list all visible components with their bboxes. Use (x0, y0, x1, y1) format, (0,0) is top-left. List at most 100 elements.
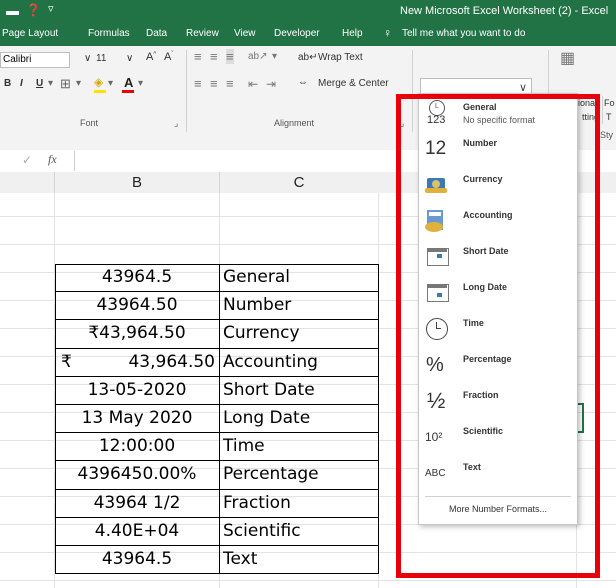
format-option-fraction[interactable]: ½ Fraction (419, 386, 577, 422)
align-left-icon[interactable]: ≡ (194, 76, 202, 91)
bold-button[interactable]: B (4, 78, 11, 89)
format-option-text[interactable]: ABC Text (419, 458, 577, 494)
font-color-icon[interactable]: A (124, 75, 133, 90)
grid-column-line (54, 193, 55, 588)
accounting-icon (425, 208, 453, 236)
increase-font-icon[interactable]: A^ (146, 51, 156, 63)
alignment-dialog-launcher-icon[interactable]: ⌟ (400, 118, 404, 129)
tell-me-search[interactable]: Tell me what you want to do (402, 28, 525, 39)
format-option-scientific[interactable]: 10² Scientific (419, 422, 577, 458)
more-number-formats-link[interactable]: More Number Formats... (419, 504, 577, 514)
general-clock-123-icon: L 123 (425, 100, 453, 128)
fill-color-dropdown-icon[interactable]: ▾ (108, 78, 113, 89)
grid-column-line (219, 193, 220, 588)
folder-icon[interactable]: ▬ (6, 3, 19, 18)
format-option-label: Fraction (463, 390, 499, 400)
font-group-label: Font (80, 118, 99, 128)
format-option-short-date[interactable]: Short Date (419, 242, 577, 278)
borders-icon[interactable]: ⊞ (60, 76, 71, 92)
merge-center-icon: ⇔ (298, 77, 308, 88)
middle-align-icon[interactable]: ≡ (210, 49, 218, 64)
title-bar: ▬ ❓ ▿ New Microsoft Excel Worksheet (2) … (0, 0, 616, 24)
tab-page-layout[interactable]: Page Layout (2, 28, 58, 39)
column-header-b[interactable]: B (55, 172, 220, 193)
group-divider (602, 96, 603, 124)
calendar-short-icon (425, 244, 453, 272)
format-option-currency[interactable]: Currency (419, 170, 577, 206)
format-option-general[interactable]: L 123 General No specific format (419, 98, 577, 134)
italic-button[interactable]: I (20, 78, 23, 89)
tab-review[interactable]: Review (186, 28, 219, 39)
grid-column-line (378, 193, 379, 588)
format-table-label: Fo (604, 98, 615, 108)
group-divider (412, 50, 413, 132)
format-option-percentage[interactable]: % Percentage (419, 350, 577, 386)
decrease-indent-icon[interactable]: ⇤ (248, 77, 258, 91)
tab-developer[interactable]: Developer (274, 28, 320, 39)
quick-access-dropdown-icon[interactable]: ▿ (48, 2, 54, 15)
font-size-dropdown-icon[interactable]: ∨ (84, 53, 91, 64)
format-option-label: Time (463, 318, 484, 328)
insert-function-icon[interactable]: fx (48, 152, 57, 167)
align-center-icon[interactable]: ≡ (210, 76, 218, 91)
fill-color-icon[interactable]: ◈ (94, 75, 103, 89)
tab-formulas[interactable]: Formulas (88, 28, 130, 39)
decrease-font-icon[interactable]: Aˇ (164, 51, 173, 63)
fill-color-swatch (94, 90, 106, 93)
underline-button[interactable]: U (36, 78, 43, 89)
format-option-label: Long Date (463, 282, 507, 292)
help-icon[interactable]: ❓ (26, 3, 41, 17)
top-align-icon[interactable]: ≡ (194, 49, 202, 64)
increase-indent-icon[interactable]: ⇥ (266, 77, 276, 91)
conditional-formatting-icon[interactable]: ▦ (560, 48, 575, 68)
merge-center-button[interactable]: Merge & Center (318, 78, 389, 89)
percent-icon: % (426, 354, 444, 376)
format-option-time[interactable]: Time (419, 314, 577, 350)
format-option-number[interactable]: 12 Number (419, 134, 577, 170)
wrap-text-button[interactable]: Wrap Text (318, 52, 363, 63)
format-option-label: Number (463, 138, 498, 148)
format-option-label: Currency (463, 174, 503, 184)
format-option-label: Scientific (463, 426, 504, 436)
orientation-icon[interactable]: ab↗ (248, 51, 268, 62)
format-option-label: Short Date (463, 246, 509, 256)
align-right-icon[interactable]: ≡ (226, 76, 234, 91)
font-name-combo[interactable]: Calibri (0, 52, 70, 68)
font-size-dropdown-icon-2[interactable]: ∨ (126, 53, 133, 64)
format-option-label: Text (463, 462, 481, 472)
font-color-dropdown-icon[interactable]: ▾ (138, 78, 143, 89)
clock-icon (425, 316, 453, 344)
font-color-swatch (122, 90, 134, 93)
column-header-a[interactable] (0, 172, 55, 193)
format-option-long-date[interactable]: Long Date (419, 278, 577, 314)
tab-view[interactable]: View (234, 28, 256, 39)
wrap-text-icon: ab↵ (298, 52, 318, 63)
font-dialog-launcher-icon[interactable]: ⌟ (174, 118, 178, 129)
fraction-icon: ½ (427, 388, 446, 413)
bottom-align-icon[interactable]: ≡ (226, 49, 234, 64)
conditional-formatting-label: ional (578, 98, 598, 108)
alignment-group-label: Alignment (274, 118, 315, 128)
styles-group-label: Sty (600, 130, 614, 140)
orientation-dropdown-icon[interactable]: ▾ (272, 51, 277, 62)
format-option-accounting[interactable]: Accounting (419, 206, 577, 242)
enter-check-icon[interactable]: ✓ (22, 153, 32, 167)
tab-help[interactable]: Help (342, 28, 363, 39)
number-12-icon: 12 (425, 138, 447, 159)
font-size-value[interactable]: 11 (96, 53, 106, 64)
format-option-label: Accounting (463, 210, 513, 220)
ribbon-tabs: Page Layout Formulas Data Review View De… (0, 24, 616, 46)
grid-row-line (0, 580, 616, 581)
column-header-c[interactable]: C (220, 172, 378, 193)
lightbulb-icon: ♀ (383, 26, 392, 40)
underline-dropdown-icon[interactable]: ▾ (48, 78, 53, 89)
window-title: New Microsoft Excel Worksheet (2) - Exce… (400, 5, 609, 17)
format-option-description: No specific format (463, 115, 536, 125)
calendar-long-icon (425, 280, 453, 308)
format-option-label: General (463, 102, 497, 112)
borders-dropdown-icon[interactable]: ▾ (76, 78, 81, 89)
formula-divider (74, 151, 75, 171)
tab-data[interactable]: Data (146, 28, 167, 39)
abc-icon: ABC (425, 468, 446, 479)
format-option-label: Percentage (463, 354, 512, 364)
